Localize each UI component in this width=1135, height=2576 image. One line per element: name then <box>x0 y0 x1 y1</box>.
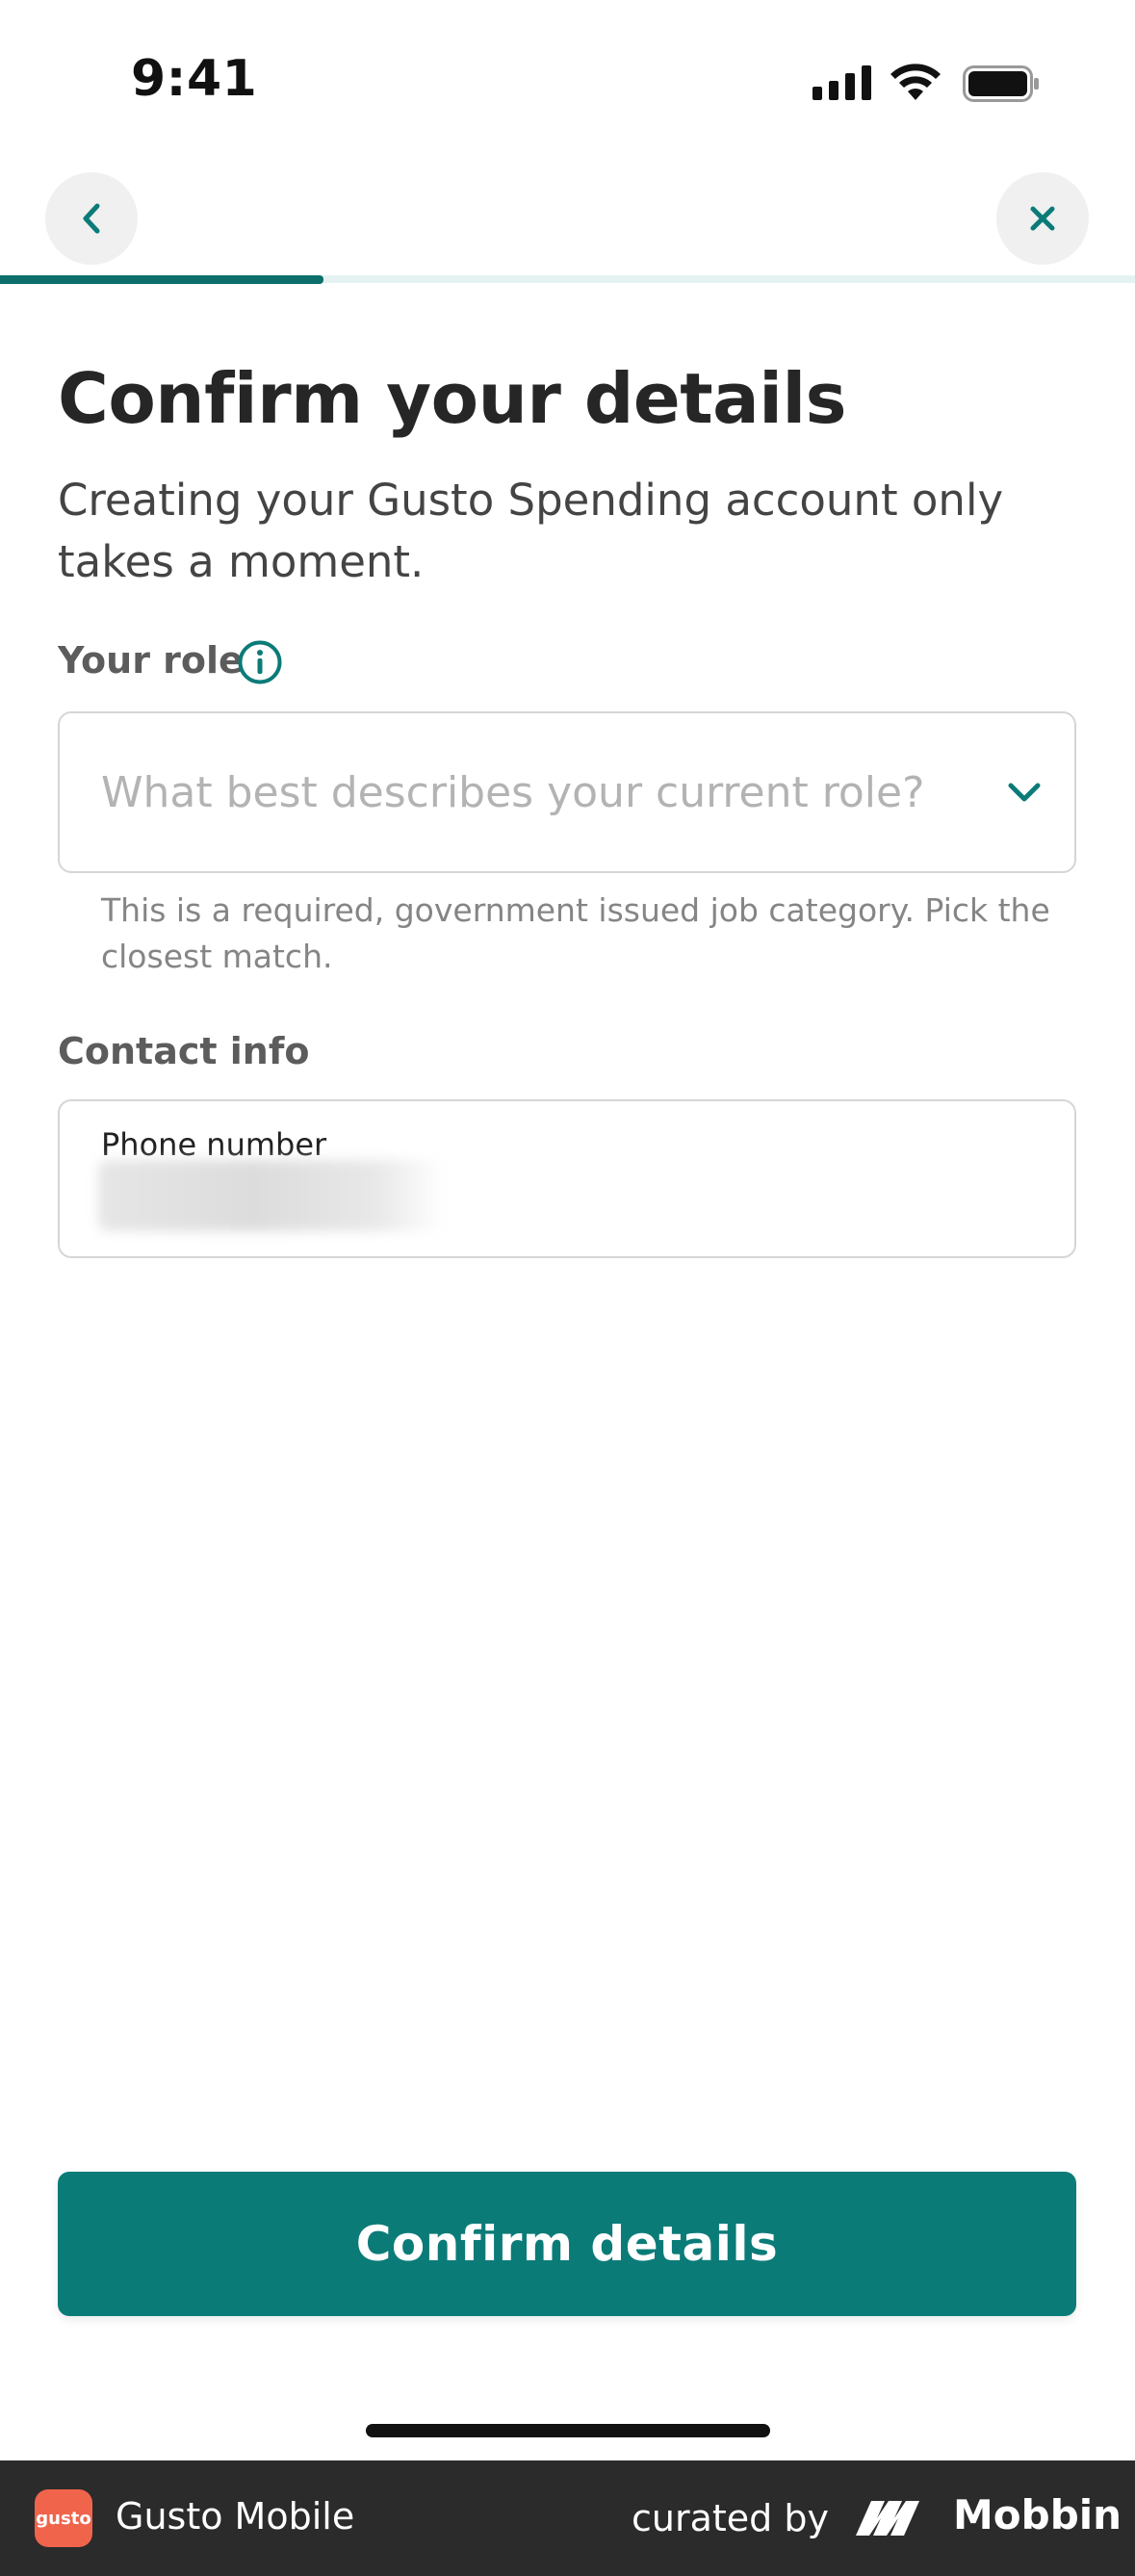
confirm-details-button[interactable]: Confirm details <box>58 2172 1076 2316</box>
phone-number-label: Phone number <box>101 1126 327 1163</box>
progress-fill <box>0 275 323 284</box>
signal-icon <box>813 65 871 100</box>
back-button[interactable] <box>45 172 138 265</box>
battery-icon <box>963 65 1039 102</box>
contact-info-label: Contact info <box>58 1030 310 1072</box>
close-icon <box>1030 206 1055 231</box>
status-time: 9:41 <box>131 50 258 108</box>
footer-curated-by: curated by <box>632 2497 829 2539</box>
phone-number-value-redacted <box>98 1160 445 1231</box>
mobbin-logo-icon <box>856 2501 919 2536</box>
chevron-down-icon <box>1008 783 1041 802</box>
footer-app-name: Gusto Mobile <box>116 2495 355 2537</box>
close-button[interactable] <box>996 172 1089 265</box>
app-logo: gusto <box>35 2489 92 2547</box>
page-subtitle: Creating your Gusto Spending account onl… <box>58 475 1004 587</box>
home-indicator <box>366 2424 770 2437</box>
footer-brand: Mobbin <box>953 2491 1122 2538</box>
chevron-left-icon <box>83 203 100 234</box>
role-helper-text: This is a required, government issued jo… <box>101 891 1050 975</box>
wifi-icon <box>890 64 941 100</box>
role-label: Your role <box>58 639 244 682</box>
role-select-placeholder: What best describes your current role? <box>101 768 925 817</box>
info-icon[interactable] <box>237 639 283 685</box>
page-title: Confirm your details <box>58 358 846 439</box>
